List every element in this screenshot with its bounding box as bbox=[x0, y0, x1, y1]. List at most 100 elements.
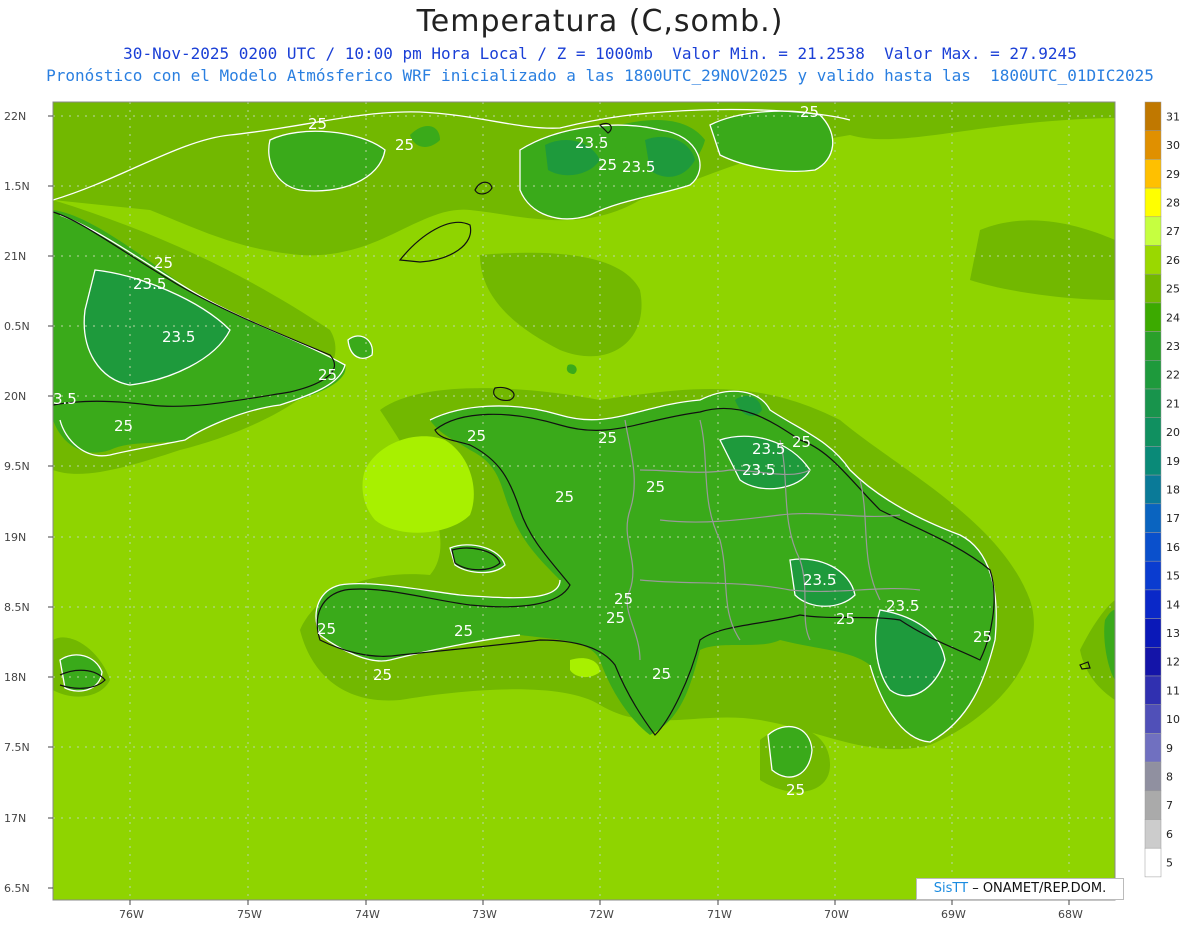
colorbar-label: 24 bbox=[1166, 311, 1180, 324]
lat-label: 1.5N bbox=[4, 180, 30, 193]
lon-label: 76W bbox=[119, 908, 144, 921]
sistt-logo: SisTT bbox=[933, 881, 969, 896]
colorbar-label: 15 bbox=[1166, 570, 1180, 583]
contour-label: 23.5 bbox=[803, 571, 836, 589]
contour-label: 3.5 bbox=[53, 390, 77, 408]
colorbar-label: 8 bbox=[1166, 770, 1173, 783]
contour-label: 25 bbox=[555, 488, 574, 506]
colorbar-swatch bbox=[1144, 417, 1162, 447]
contour-label: 25 bbox=[598, 156, 617, 174]
contour-label: 23.5 bbox=[162, 328, 195, 346]
lat-label: 19N bbox=[4, 531, 26, 544]
contour-label: 25 bbox=[454, 622, 473, 640]
colorbar-swatch bbox=[1144, 273, 1162, 304]
colorbar-swatch bbox=[1144, 302, 1162, 332]
colorbar-swatch bbox=[1144, 704, 1162, 734]
contour-label: 25 bbox=[614, 590, 633, 608]
contour-label: 23.5 bbox=[133, 275, 166, 293]
colorbar-swatch bbox=[1144, 532, 1162, 562]
colorbar-swatch bbox=[1144, 847, 1162, 878]
lon-label: 71W bbox=[707, 908, 732, 921]
colorbar-label: 20 bbox=[1166, 426, 1180, 439]
latitude-axis: 22N 1.5N 21N 0.5N 20N 9.5N 19N 8.5N 18N … bbox=[4, 110, 53, 895]
colorbar-swatch bbox=[1144, 503, 1162, 533]
colorbar-swatch bbox=[1144, 101, 1162, 131]
colorbar-label: 25 bbox=[1166, 283, 1180, 296]
contour-label: 25 bbox=[373, 666, 392, 684]
contour-label: 25 bbox=[646, 478, 665, 496]
colorbar-label: 17 bbox=[1166, 512, 1180, 525]
lon-label: 72W bbox=[589, 908, 614, 921]
contour-label: 25 bbox=[786, 781, 805, 799]
lat-label: 17N bbox=[4, 812, 26, 825]
colorbar-label: 6 bbox=[1166, 828, 1173, 841]
lat-label: 22N bbox=[4, 110, 26, 123]
colorbar-swatch bbox=[1144, 331, 1162, 361]
colorbar-swatch bbox=[1144, 647, 1162, 677]
temperature-map: 25 25 25 23.5 25 23.5 25 23.5 25 25 23.5… bbox=[4, 101, 1180, 921]
lat-label: 7.5N bbox=[4, 741, 30, 754]
contour-label: 23.5 bbox=[752, 440, 785, 458]
colorbar-label: 13 bbox=[1166, 627, 1180, 640]
colorbar-label: 27 bbox=[1166, 225, 1180, 238]
lat-label: 18N bbox=[4, 671, 26, 684]
contour-label: 25 bbox=[792, 433, 811, 451]
contour-label: 23.5 bbox=[742, 461, 775, 479]
colorbar-swatch bbox=[1144, 790, 1162, 820]
contour-label: 23.5 bbox=[622, 158, 655, 176]
colorbar-label: 11 bbox=[1166, 684, 1180, 697]
colorbar-swatch bbox=[1144, 675, 1162, 705]
contour-label: 25 bbox=[973, 628, 992, 646]
lat-label: 20N bbox=[4, 390, 26, 403]
contour-label: 25 bbox=[652, 665, 671, 683]
colorbar: 31 30 29 28 27 26 25 24 23 22 21 20 19 18 17 16 15 14 13 12… bbox=[1144, 101, 1180, 878]
colorbar-swatch bbox=[1144, 761, 1162, 792]
credit-text: – ONAMET/REP.DOM. bbox=[968, 881, 1107, 896]
colorbar-swatch bbox=[1144, 159, 1162, 189]
colorbar-label: 5 bbox=[1166, 857, 1173, 870]
contour-label: 25 bbox=[395, 136, 414, 154]
colorbar-swatch bbox=[1144, 446, 1162, 476]
colorbar-swatch bbox=[1144, 216, 1162, 246]
longitude-axis: 76W 75W 74W 73W 72W 71W 70W 69W 68W bbox=[119, 900, 1083, 921]
colorbar-label: 19 bbox=[1166, 455, 1180, 468]
colorbar-label: 16 bbox=[1166, 541, 1180, 554]
colorbar-swatch bbox=[1144, 130, 1162, 160]
colorbar-label: 14 bbox=[1166, 598, 1180, 611]
contour-label: 25 bbox=[598, 429, 617, 447]
lon-label: 69W bbox=[941, 908, 966, 921]
colorbar-swatch bbox=[1144, 360, 1162, 390]
colorbar-label: 7 bbox=[1166, 799, 1173, 812]
contour-label: 25 bbox=[800, 103, 819, 121]
contour-label: 25 bbox=[836, 610, 855, 628]
colorbar-swatch bbox=[1144, 187, 1162, 218]
colorbar-swatch bbox=[1144, 560, 1162, 591]
lat-label: 9.5N bbox=[4, 460, 30, 473]
credit-badge: SisTT – ONAMET/REP.DOM. bbox=[916, 878, 1124, 900]
lat-label: 21N bbox=[4, 250, 26, 263]
lat-label: 6.5N bbox=[4, 882, 30, 895]
colorbar-label: 23 bbox=[1166, 340, 1180, 353]
colorbar-label: 21 bbox=[1166, 397, 1180, 410]
colorbar-swatch bbox=[1144, 819, 1162, 849]
contour-label: 25 bbox=[317, 620, 336, 638]
lon-label: 73W bbox=[472, 908, 497, 921]
colorbar-label: 22 bbox=[1166, 369, 1180, 382]
lon-label: 75W bbox=[237, 908, 262, 921]
contour-label: 25 bbox=[467, 427, 486, 445]
colorbar-swatch bbox=[1144, 474, 1162, 505]
lat-label: 8.5N bbox=[4, 601, 30, 614]
colorbar-swatch bbox=[1144, 245, 1162, 275]
lon-label: 68W bbox=[1058, 908, 1083, 921]
contour-label: 23.5 bbox=[886, 597, 919, 615]
colorbar-label: 30 bbox=[1166, 139, 1180, 152]
colorbar-label: 10 bbox=[1166, 713, 1180, 726]
contour-label: 25 bbox=[308, 115, 327, 133]
contour-label: 23.5 bbox=[575, 134, 608, 152]
colorbar-label: 26 bbox=[1166, 254, 1180, 267]
colorbar-label: 18 bbox=[1166, 483, 1180, 496]
lon-label: 70W bbox=[824, 908, 849, 921]
contour-label: 25 bbox=[606, 609, 625, 627]
colorbar-label: 12 bbox=[1166, 656, 1180, 669]
colorbar-swatch bbox=[1144, 733, 1162, 763]
